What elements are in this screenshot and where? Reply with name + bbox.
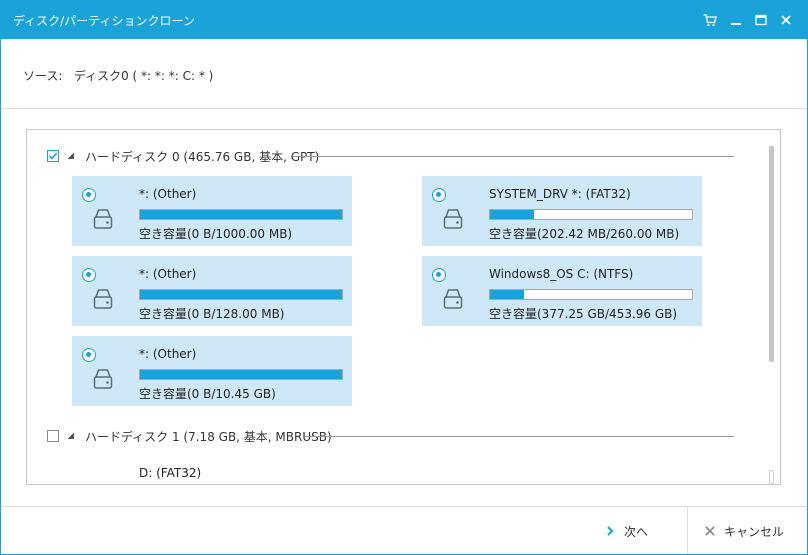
header-divider <box>1 108 807 109</box>
cancel-button[interactable]: キャンセル <box>704 513 784 549</box>
close-x-icon <box>705 526 715 536</box>
scrollbar-thumb[interactable] <box>769 146 774 362</box>
partition-free-space: 空き容量(0 B/10.45 GB) <box>139 387 276 401</box>
next-button[interactable]: 次へ <box>605 513 648 549</box>
partition-free-space: 空き容量(0 B/1000.00 MB) <box>139 227 293 241</box>
usage-bar <box>139 209 343 220</box>
footer-button-separator <box>687 507 688 554</box>
disk-panel: ハードディスク 0 (465.76 GB, 基本, GPT) *: (Other… <box>26 129 781 485</box>
disk-0-header: ハードディスク 0 (465.76 GB, 基本, GPT) <box>47 148 319 164</box>
source-row: ソース: ディスク0 ( *: *: *: C: * ) <box>23 67 213 84</box>
partition-name: *: (Other) <box>139 187 197 201</box>
partition-radio[interactable] <box>432 268 446 282</box>
collapse-triangle-icon[interactable] <box>67 432 75 440</box>
partition-card[interactable]: Windows8_OS C: (NTFS) 空き容量(377.25 GB/453… <box>422 256 702 326</box>
partition-free-space: 空き容量(202.42 MB/260.00 MB) <box>489 227 680 241</box>
usage-bar <box>489 289 693 300</box>
cancel-label: キャンセル <box>724 524 785 539</box>
disk-1-checkbox[interactable] <box>47 430 59 442</box>
partition-name: Windows8_OS C: (NTFS) <box>489 267 634 281</box>
usage-bar <box>489 209 693 220</box>
next-label: 次へ <box>624 524 649 539</box>
minimize-icon[interactable] <box>725 9 747 31</box>
partition-name: *: (Other) <box>139 347 197 361</box>
drive-icon <box>443 289 463 309</box>
partition-name: *: (Other) <box>139 267 197 281</box>
partition-card[interactable]: *: (Other) 空き容量(0 B/10.45 GB) <box>72 336 352 406</box>
cart-icon[interactable] <box>699 9 721 31</box>
collapse-triangle-icon[interactable] <box>67 152 75 160</box>
usage-bar-fill <box>140 290 342 299</box>
source-value: ディスク0 ( *: *: *: C: * ) <box>73 69 214 83</box>
usage-bar <box>139 369 343 380</box>
partition-name: SYSTEM_DRV *: (FAT32) <box>489 187 631 201</box>
scrollbar-track-end <box>769 470 774 484</box>
partition-radio[interactable] <box>82 348 96 362</box>
usage-bar-fill <box>140 210 342 219</box>
partition-card[interactable]: *: (Other) 空き容量(0 B/128.00 MB) <box>72 256 352 326</box>
partition-name: D: (FAT32) <box>139 466 202 480</box>
disk-1-separator <box>305 436 734 437</box>
close-icon[interactable] <box>775 9 797 31</box>
usage-bar <box>139 289 343 300</box>
disk-0-checkbox[interactable] <box>47 150 59 162</box>
partition-card[interactable]: *: (Other) 空き容量(0 B/1000.00 MB) <box>72 176 352 246</box>
drive-icon <box>93 369 113 389</box>
partition-radio[interactable] <box>82 188 96 202</box>
partition-free-space: 空き容量(0 B/128.00 MB) <box>139 307 285 321</box>
partition-radio[interactable] <box>432 188 446 202</box>
partition-card[interactable]: SYSTEM_DRV *: (FAT32) 空き容量(202.42 MB/260… <box>422 176 702 246</box>
disk-1-label: ハードディスク 1 (7.18 GB, 基本, MBRUSB) <box>85 429 332 444</box>
disk-0-separator <box>293 156 734 157</box>
chevron-right-icon <box>607 526 614 536</box>
maximize-icon[interactable] <box>750 9 772 31</box>
usage-bar-fill <box>490 210 535 219</box>
clone-window: ディスク/パーティションクローン ソース: ディスク0 ( *: *: *: C… <box>0 0 808 555</box>
partition-radio[interactable] <box>82 268 96 282</box>
drive-icon <box>93 209 113 229</box>
drive-icon <box>93 289 113 309</box>
usage-bar-fill <box>140 370 342 379</box>
title-bar: ディスク/パーティションクローン <box>1 1 807 39</box>
disk-1-header: ハードディスク 1 (7.18 GB, 基本, MBRUSB) <box>47 428 332 444</box>
usage-bar-fill <box>490 290 525 299</box>
disk-0-label: ハードディスク 0 (465.76 GB, 基本, GPT) <box>85 149 320 164</box>
window-title: ディスク/パーティションクローン <box>13 14 195 28</box>
source-label: ソース: <box>23 69 63 83</box>
partition-free-space: 空き容量(377.25 GB/453.96 GB) <box>489 307 678 321</box>
drive-icon <box>443 209 463 229</box>
